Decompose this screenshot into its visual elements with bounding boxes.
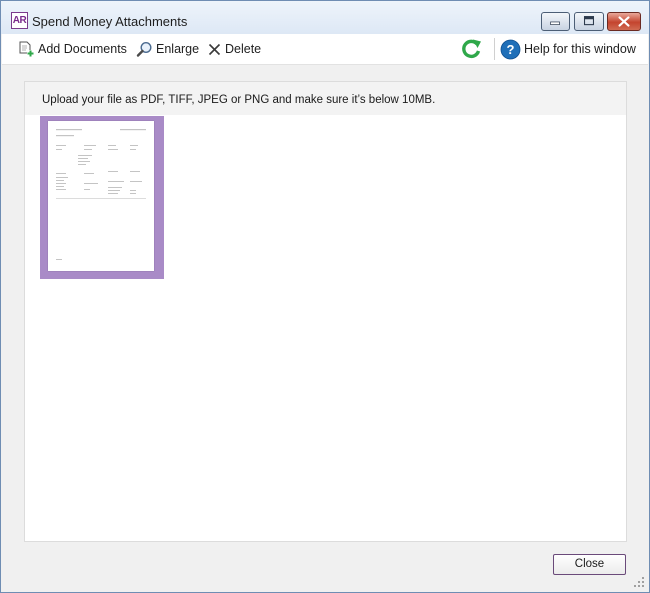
svg-text:?: ?: [507, 42, 515, 57]
app-logo: AR: [11, 12, 28, 29]
maximize-button[interactable]: [574, 12, 604, 31]
upload-instructions: Upload your file as PDF, TIFF, JPEG or P…: [42, 94, 436, 106]
attachments-panel: Upload your file as PDF, TIFF, JPEG or P…: [24, 81, 627, 542]
refresh-icon: [462, 39, 481, 59]
enlarge-button[interactable]: Enlarge: [136, 40, 199, 58]
minimize-icon: [550, 21, 560, 25]
attachment-thumbnail[interactable]: [40, 116, 164, 279]
window-title: Spend Money Attachments: [32, 14, 188, 29]
panel-header: Upload your file as PDF, TIFF, JPEG or P…: [25, 82, 626, 115]
add-document-icon: [19, 41, 34, 57]
minimize-button[interactable]: [541, 12, 570, 31]
toolbar-separator: [494, 38, 495, 60]
close-window-button[interactable]: [607, 12, 641, 31]
refresh-button[interactable]: [460, 39, 487, 59]
add-documents-label: Add Documents: [38, 42, 127, 56]
title-bar[interactable]: AR Spend Money Attachments: [1, 1, 649, 34]
attachments-window: AR Spend Money Attachments Add Documents…: [0, 0, 650, 593]
delete-x-icon: [208, 43, 221, 55]
resize-grip-icon[interactable]: [633, 576, 645, 588]
add-documents-button[interactable]: Add Documents: [18, 40, 127, 58]
close-button[interactable]: Close: [553, 554, 626, 575]
close-icon: [618, 16, 630, 27]
enlarge-label: Enlarge: [156, 42, 200, 56]
help-label: Help for this window: [524, 42, 636, 56]
delete-button[interactable]: Delete: [207, 40, 261, 58]
magnifier-icon: [136, 41, 152, 57]
maximize-icon: [583, 16, 595, 26]
toolbar: Add Documents Enlarge Delete ? Help for …: [2, 34, 648, 65]
delete-label: Delete: [225, 42, 262, 56]
document-preview: [48, 121, 154, 271]
help-icon: ?: [500, 39, 521, 59]
help-button[interactable]: ? Help for this window: [500, 39, 636, 59]
document-preview-icon: [56, 129, 146, 260]
